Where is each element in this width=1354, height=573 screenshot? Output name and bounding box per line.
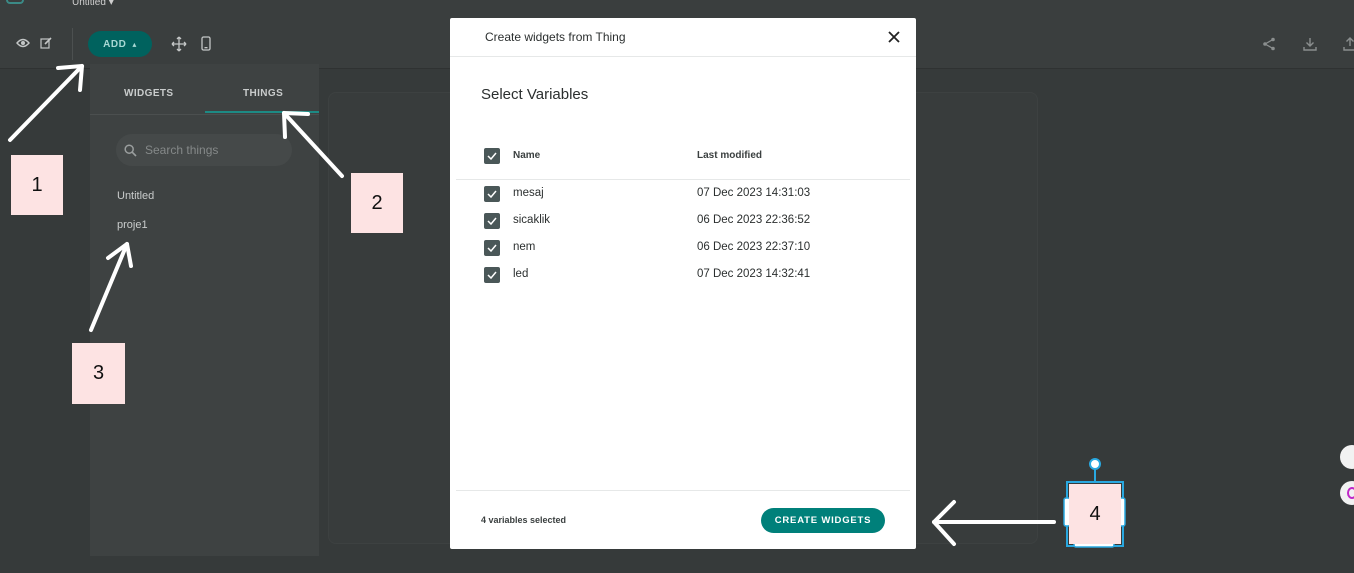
annotation-badge-label: 4 — [1089, 502, 1101, 525]
annotation-badge-3: 3 — [72, 343, 125, 404]
annotation-badge-4[interactable]: 4 — [1069, 484, 1121, 544]
annotation-arrows — [8, 64, 1126, 548]
annotation-badge-label: 1 — [31, 173, 43, 196]
arrow-2-icon — [282, 111, 344, 178]
annotation-badge-2: 2 — [351, 173, 403, 233]
arrow-4-icon — [932, 500, 1056, 546]
arrow-1-icon — [8, 64, 84, 142]
annotation-badge-1: 1 — [11, 155, 63, 215]
annotation-badge-label: 2 — [371, 191, 383, 214]
annotation-badge-label: 3 — [92, 362, 105, 384]
arrow-3-icon — [89, 242, 133, 332]
